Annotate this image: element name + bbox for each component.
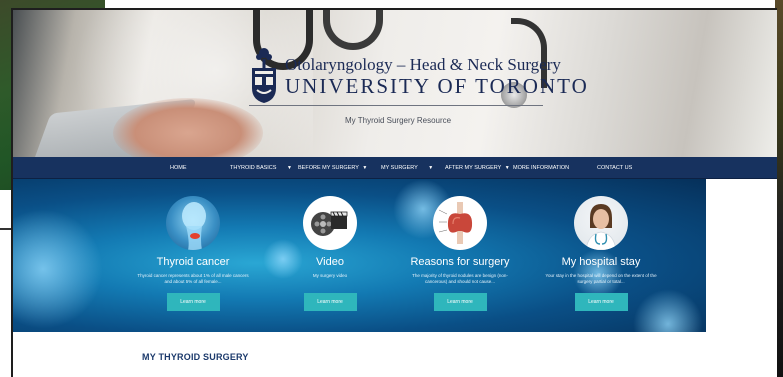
film-reel-icon bbox=[303, 196, 357, 250]
hero-subtitle: My Thyroid Surgery Resource bbox=[345, 116, 452, 125]
main-navigation: HOME THYROID BASICS ▼ BEFORE MY SURGERY … bbox=[13, 157, 777, 179]
nav-item-label: HOME bbox=[170, 165, 187, 171]
caret-down-icon: ▼ bbox=[504, 165, 510, 171]
nav-item-after-my-surgery[interactable]: AFTER MY SURGERY ▼ bbox=[445, 157, 510, 179]
feature-title: Reasons for surgery bbox=[410, 256, 510, 268]
feature-description: Your stay in the hospital will depend on… bbox=[545, 273, 657, 284]
nav-item-more-information[interactable]: MORE INFORMATION bbox=[513, 157, 569, 179]
nav-item-label: MORE INFORMATION bbox=[513, 165, 570, 171]
nav-item-label: THYROID BASICS bbox=[230, 165, 277, 171]
background-glow bbox=[13, 209, 103, 329]
feature-card-reasons-for-surgery: Reasons for surgery The majority of thyr… bbox=[385, 196, 535, 311]
feature-title: Thyroid cancer bbox=[156, 256, 230, 268]
university-crest-logo[interactable] bbox=[249, 46, 279, 104]
hero-divider bbox=[249, 105, 543, 106]
nav-item-label: BEFORE MY SURGERY bbox=[298, 165, 359, 171]
hero-banner: Otolaryngology – Head & Neck Surgery UNI… bbox=[13, 10, 777, 157]
learn-more-button[interactable]: Learn more bbox=[303, 293, 357, 311]
feature-title: My hospital stay bbox=[561, 256, 641, 268]
nav-item-label: CONTACT US bbox=[597, 165, 633, 171]
nav-item-home[interactable]: HOME bbox=[170, 157, 187, 179]
caret-down-icon: ▼ bbox=[286, 165, 292, 171]
nurse-icon bbox=[574, 196, 628, 250]
nav-item-contact-us[interactable]: CONTACT US bbox=[597, 157, 632, 179]
hero-title: Otolaryngology – Head & Neck Surgery bbox=[285, 55, 561, 74]
feature-description: The majority of thyroid nodules are beni… bbox=[412, 273, 508, 284]
nav-item-before-my-surgery[interactable]: BEFORE MY SURGERY ▼ bbox=[298, 157, 367, 179]
nav-item-thyroid-basics[interactable]: THYROID BASICS ▼ bbox=[230, 157, 292, 179]
feature-title: Video bbox=[316, 256, 344, 268]
caret-down-icon: ▼ bbox=[428, 165, 434, 171]
thyroid-gland-icon bbox=[433, 196, 487, 250]
learn-more-button[interactable]: Learn more bbox=[574, 293, 628, 311]
features-band: Thyroid cancer Thyroid cancer represents… bbox=[13, 179, 706, 332]
learn-more-button[interactable]: Learn more bbox=[433, 293, 487, 311]
nav-item-label: AFTER MY SURGERY bbox=[445, 165, 502, 171]
nav-item-label: MY SURGERY bbox=[381, 165, 418, 171]
learn-more-button[interactable]: Learn more bbox=[166, 293, 220, 311]
feature-description: My surgery video bbox=[312, 273, 348, 278]
feature-card-thyroid-cancer: Thyroid cancer Thyroid cancer represents… bbox=[118, 196, 268, 311]
thyroid-anatomy-icon bbox=[166, 196, 220, 250]
feature-description: Thyroid cancer represents about 1% of al… bbox=[137, 273, 249, 284]
browser-window: Otolaryngology – Head & Neck Surgery UNI… bbox=[11, 8, 777, 377]
feature-card-my-hospital-stay: My hospital stay Your stay in the hospit… bbox=[526, 196, 676, 311]
nav-item-my-surgery[interactable]: MY SURGERY ▼ bbox=[381, 157, 433, 179]
caret-down-icon: ▼ bbox=[362, 165, 368, 171]
section-title: MY THYROID SURGERY bbox=[142, 352, 249, 362]
hero-university-name: UNIVERSITY OF TORONTO bbox=[285, 74, 589, 98]
stethoscope-tube-2 bbox=[323, 10, 383, 50]
feature-card-video: Video My surgery video Learn more bbox=[255, 196, 405, 311]
